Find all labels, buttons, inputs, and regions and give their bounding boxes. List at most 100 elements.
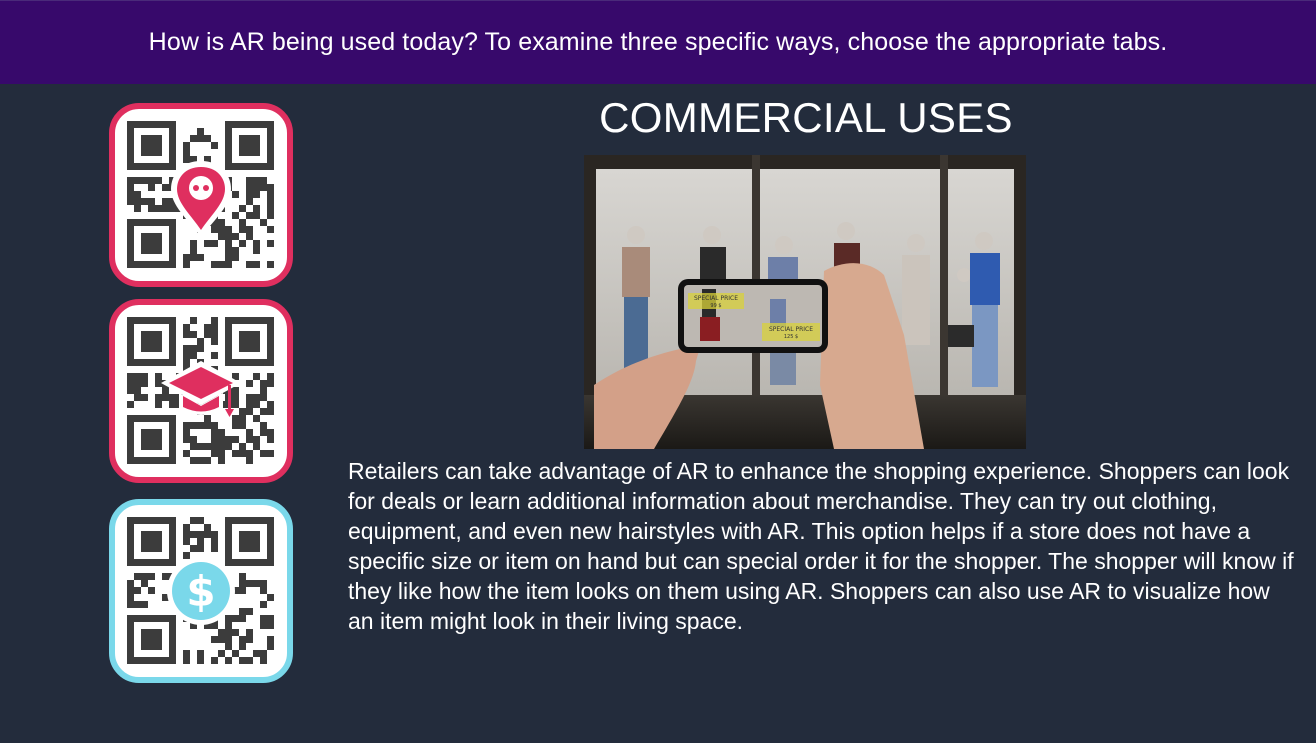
qr-module <box>127 373 134 380</box>
qr-module <box>239 415 246 422</box>
qr-module <box>232 163 239 170</box>
qr-module <box>190 436 197 443</box>
qr-module <box>232 415 239 422</box>
qr-module <box>127 387 134 394</box>
qr-module <box>141 545 148 552</box>
qr-module <box>148 657 155 664</box>
qr-module <box>190 545 197 552</box>
qr-module <box>267 594 274 601</box>
qr-module <box>127 552 134 559</box>
qr-module <box>211 429 218 436</box>
qr-module <box>260 657 267 664</box>
qr-module <box>155 121 162 128</box>
qr-module <box>232 247 239 254</box>
qr-module <box>134 219 141 226</box>
qr-module <box>155 317 162 324</box>
qr-module <box>148 457 155 464</box>
qr-module <box>148 345 155 352</box>
qr-module <box>148 615 155 622</box>
qr-module <box>141 331 148 338</box>
qr-module <box>155 359 162 366</box>
qr-module <box>148 240 155 247</box>
qr-module <box>127 450 134 457</box>
qr-module <box>169 338 176 345</box>
qr-module <box>155 531 162 538</box>
qr-module <box>141 163 148 170</box>
qr-module <box>162 394 169 401</box>
qr-module <box>253 338 260 345</box>
qr-module <box>169 247 176 254</box>
qr-module <box>267 408 274 415</box>
qr-module <box>148 338 155 345</box>
qr-module <box>197 657 204 664</box>
qr-module <box>141 429 148 436</box>
qr-module <box>134 517 141 524</box>
qr-module <box>197 457 204 464</box>
qr-module <box>253 517 260 524</box>
tab-location[interactable] <box>109 103 293 287</box>
qr-module <box>183 429 190 436</box>
qr-module <box>141 601 148 608</box>
qr-module <box>232 629 239 636</box>
qr-module <box>267 436 274 443</box>
tab-commerce[interactable]: $ <box>109 499 293 683</box>
qr-module <box>134 177 141 184</box>
qr-module <box>148 135 155 142</box>
qr-module <box>225 359 232 366</box>
qr-module <box>253 359 260 366</box>
qr-module <box>218 636 225 643</box>
qr-module <box>260 429 267 436</box>
qr-module <box>127 240 134 247</box>
qr-module <box>267 149 274 156</box>
qr-module <box>134 121 141 128</box>
qr-module <box>197 538 204 545</box>
qr-module <box>155 373 162 380</box>
qr-module <box>127 650 134 657</box>
qr-module <box>239 517 246 524</box>
tab-education[interactable] <box>109 299 293 483</box>
qr-module <box>211 545 218 552</box>
qr-module <box>211 538 218 545</box>
qr-module <box>253 650 260 657</box>
qr-module <box>155 657 162 664</box>
qr-module <box>246 261 253 268</box>
qr-module <box>267 198 274 205</box>
qr-module <box>246 359 253 366</box>
qr-module <box>232 387 239 394</box>
qr-module <box>225 436 232 443</box>
qr-module <box>225 331 232 338</box>
qr-module <box>141 580 148 587</box>
qr-module <box>190 443 197 450</box>
qr-module <box>169 429 176 436</box>
qr-module <box>169 233 176 240</box>
qr-module <box>232 233 239 240</box>
qr-module <box>134 559 141 566</box>
qr-module <box>148 517 155 524</box>
qr-module <box>204 324 211 331</box>
price-tag-2-label: SPECIAL PRICE <box>769 326 813 333</box>
qr-module <box>141 457 148 464</box>
qr-module <box>232 517 239 524</box>
qr-module <box>141 531 148 538</box>
qr-module <box>225 545 232 552</box>
qr-module <box>218 436 225 443</box>
qr-module <box>183 650 190 657</box>
qr-module <box>141 142 148 149</box>
qr-module <box>246 531 253 538</box>
qr-module <box>127 142 134 149</box>
qr-module <box>134 394 141 401</box>
qr-module <box>267 643 274 650</box>
qr-module <box>169 324 176 331</box>
qr-module <box>190 254 197 261</box>
qr-module <box>218 650 225 657</box>
qr-module <box>141 240 148 247</box>
qr-module <box>239 408 246 415</box>
qr-module <box>267 331 274 338</box>
qr-module <box>127 226 134 233</box>
qr-module <box>141 345 148 352</box>
qr-module <box>253 394 260 401</box>
qr-module <box>267 450 274 457</box>
qr-module <box>148 429 155 436</box>
qr-module <box>127 636 134 643</box>
qr-module <box>134 380 141 387</box>
